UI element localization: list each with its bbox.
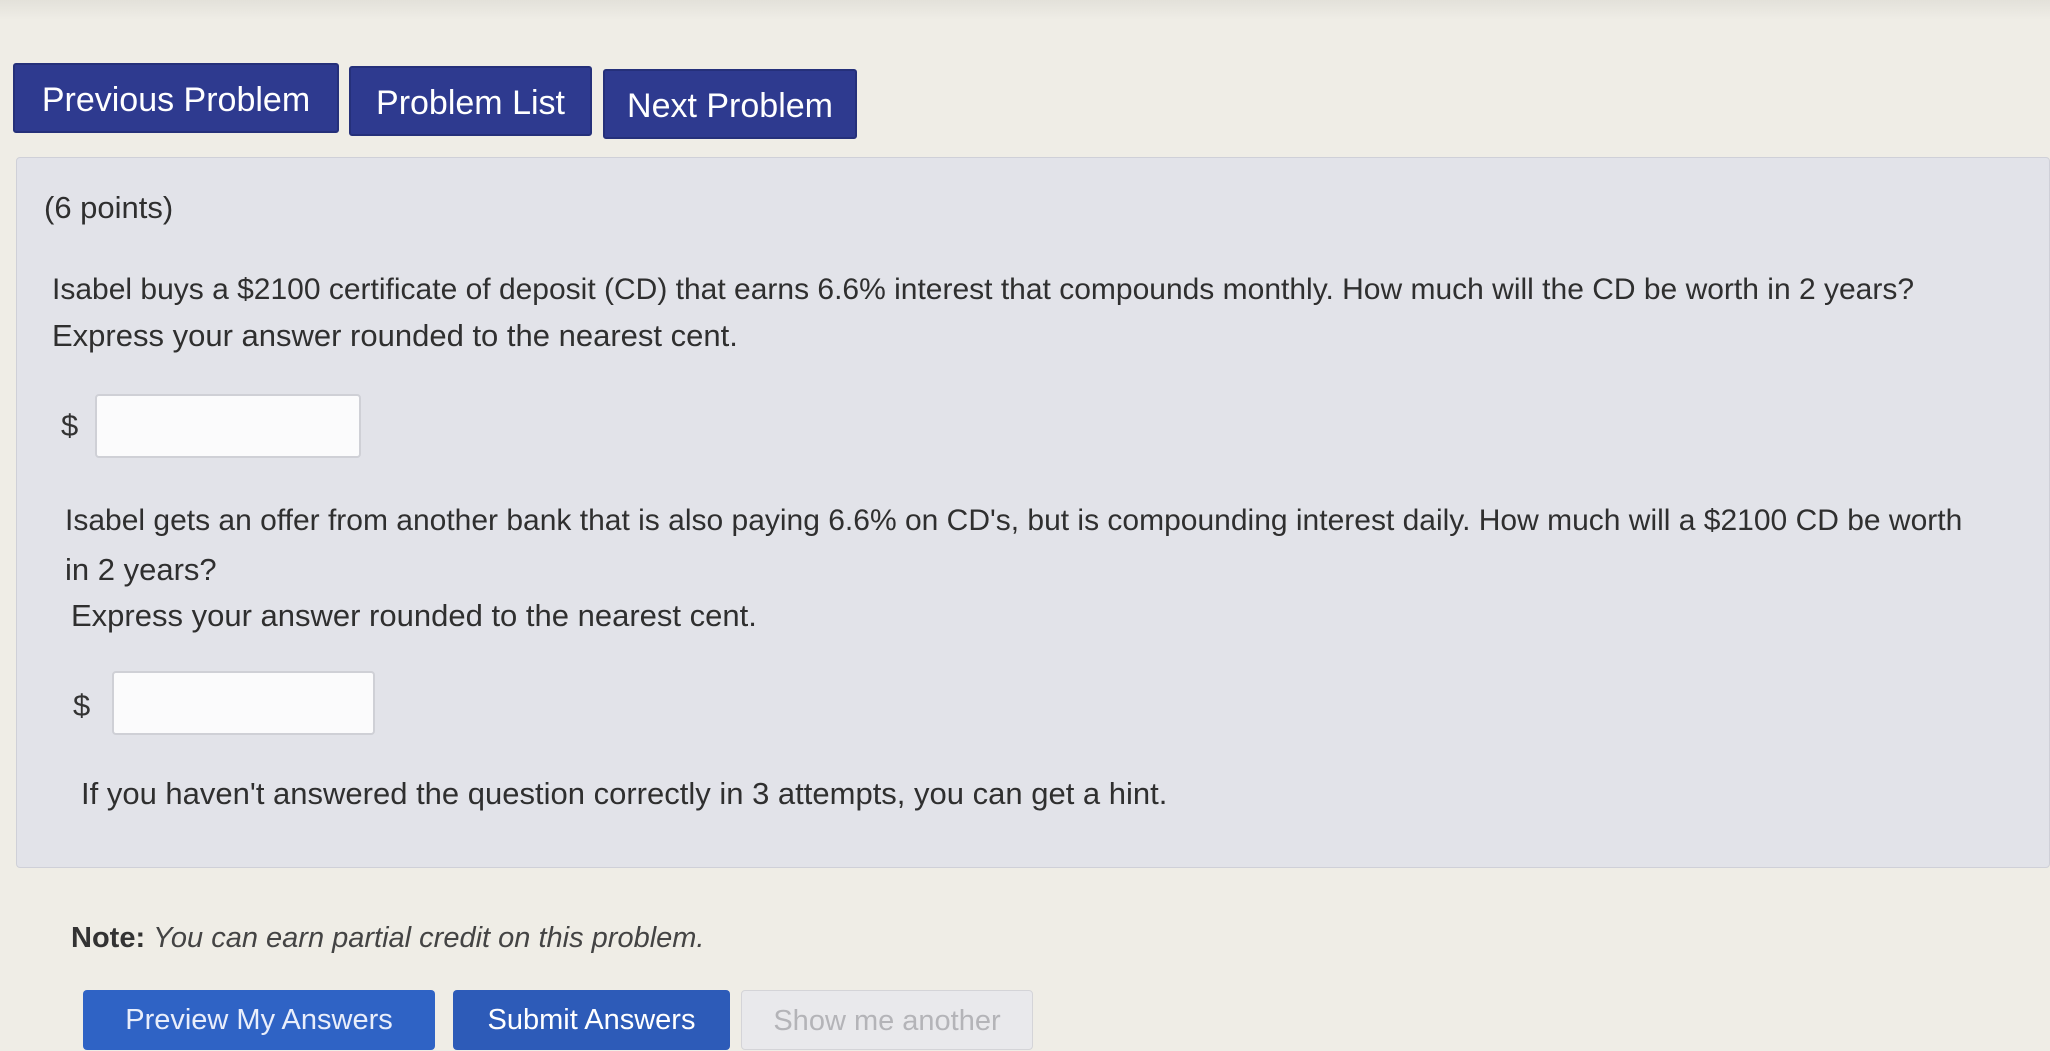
part1-currency-symbol: $ xyxy=(61,408,79,443)
next-problem-button[interactable]: Next Problem xyxy=(603,69,857,139)
partial-credit-note: Note: You can earn partial credit on thi… xyxy=(71,922,704,955)
part2-currency-symbol: $ xyxy=(73,688,91,723)
note-text: You can earn partial credit on this prob… xyxy=(153,922,705,954)
part2-question-line1: Isabel gets an offer from another bank t… xyxy=(65,504,1963,537)
page-header-strip xyxy=(0,0,2050,20)
show-another-button[interactable]: Show me another xyxy=(741,990,1033,1050)
problem-list-button[interactable]: Problem List xyxy=(349,66,592,136)
part2-question-line3: Express your answer rounded to the neare… xyxy=(71,598,757,633)
part1-question-line1: Isabel buys a $2100 certificate of depos… xyxy=(52,273,1915,306)
part1-answer-input[interactable] xyxy=(95,394,361,458)
part1-question-line2: Express your answer rounded to the neare… xyxy=(52,318,738,353)
previous-problem-button[interactable]: Previous Problem xyxy=(13,63,339,133)
note-label: Note: xyxy=(71,922,146,954)
part2-answer-input[interactable] xyxy=(112,671,375,735)
submit-answers-button[interactable]: Submit Answers xyxy=(453,990,730,1050)
problem-panel: (6 points) Isabel buys a $2100 certifica… xyxy=(16,157,2050,868)
preview-answers-button[interactable]: Preview My Answers xyxy=(83,990,435,1050)
hint-text: If you haven't answered the question cor… xyxy=(81,776,1168,811)
points-label: (6 points) xyxy=(44,190,174,225)
part2-question-line2: in 2 years? xyxy=(65,552,217,587)
